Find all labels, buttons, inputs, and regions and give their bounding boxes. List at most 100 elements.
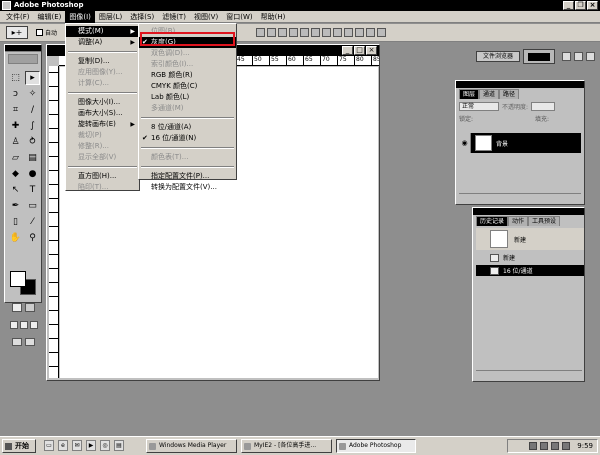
doc-maximize-button[interactable]: □ (354, 46, 365, 55)
palette-tab[interactable]: 动作 (508, 216, 529, 226)
menu-item[interactable]: 画布大小(S)... (66, 108, 139, 119)
menu-item[interactable]: 选择(S) (126, 11, 158, 23)
tray-volume-icon[interactable] (551, 442, 560, 450)
pen-tool-icon[interactable]: ✒ (8, 199, 23, 213)
quickmask-mode-icon[interactable] (25, 303, 35, 312)
hand-tool-icon[interactable]: ✋ (8, 231, 23, 245)
palette-tab[interactable]: 工具预设 (528, 216, 561, 226)
media-icon[interactable]: ▶ (86, 440, 96, 451)
tray-input-icon[interactable] (562, 442, 571, 450)
brushes-icon[interactable] (562, 52, 571, 61)
menu-item[interactable]: 8 位/通道(A) (139, 122, 236, 133)
file-browser-tab[interactable]: 文件浏览器 (476, 51, 520, 62)
move-tool-preset-button[interactable]: ▸+ (6, 26, 28, 39)
opacity-field[interactable] (531, 101, 556, 111)
palette-tab[interactable]: 路径 (499, 89, 520, 99)
menu-item[interactable]: 旋转画布(E) ▶ (66, 119, 139, 130)
jump-to-imageready-icon[interactable] (12, 338, 22, 346)
doc-close-button[interactable]: × (366, 46, 377, 55)
swatch-icon[interactable] (574, 52, 583, 61)
folder-icon[interactable]: ▤ (114, 440, 124, 451)
distribute-top-icon[interactable] (322, 28, 331, 37)
layer-visibility-icon[interactable]: ◉ (459, 133, 471, 153)
path-select-icon[interactable]: ↖ (8, 183, 23, 197)
foreground-color-swatch[interactable] (10, 271, 26, 287)
blend-mode-select[interactable]: 正常 (459, 101, 499, 111)
crop-tool-icon[interactable]: ⌗ (8, 103, 23, 117)
shape-tool-icon[interactable]: ▭ (25, 199, 40, 213)
lasso-tool-icon[interactable]: ↄ (8, 87, 23, 101)
edit-icon[interactable] (25, 338, 35, 346)
history-state-row[interactable]: 新建 (476, 252, 584, 263)
menu-item[interactable]: 编辑(E) (34, 11, 66, 23)
align-center-icon[interactable] (300, 28, 309, 37)
doc-minimize-button[interactable]: _ (342, 46, 353, 55)
magic-wand-icon[interactable]: ✧ (25, 87, 40, 101)
restore-button[interactable]: ❐ (575, 1, 586, 10)
palette-well[interactable] (523, 49, 555, 64)
distribute-middle-icon[interactable] (333, 28, 342, 37)
history-snapshot[interactable]: 新建 (476, 228, 584, 250)
type-tool-icon[interactable]: T (25, 183, 40, 197)
blur-tool-icon[interactable]: ◆ (8, 167, 23, 181)
gradient-tool-icon[interactable]: ▤ (25, 151, 40, 165)
menu-item[interactable]: 滤镜(T) (158, 11, 190, 23)
distribute-left-icon[interactable] (355, 28, 364, 37)
palette-tab[interactable]: 通道 (479, 89, 500, 99)
minimize-button[interactable]: _ (563, 1, 574, 10)
menu-item[interactable]: 调整(A) ▶ (66, 37, 139, 48)
menu-item[interactable]: 指定配置文件(P)... (139, 171, 236, 182)
task-myie2[interactable]: MyIE2 - [各位高手进... (241, 439, 332, 453)
start-button[interactable]: 开始 (2, 439, 36, 453)
menu-item[interactable]: ✔ 16 位/通道(N) (139, 133, 236, 144)
align-left-icon[interactable] (289, 28, 298, 37)
screen-mode-1-icon[interactable] (10, 321, 18, 329)
color-swatches[interactable] (10, 271, 40, 297)
menu-item[interactable]: 图层(L) (95, 11, 126, 23)
app-icon[interactable]: ◎ (100, 440, 110, 451)
align-top-icon[interactable] (256, 28, 265, 37)
tray-network-icon[interactable] (540, 442, 549, 450)
align-bottom-icon[interactable] (278, 28, 287, 37)
tray-app-icon[interactable] (529, 442, 538, 450)
screen-mode-3-icon[interactable] (30, 321, 38, 329)
menu-item[interactable]: 图像(I) (65, 10, 95, 23)
auto-select-checkbox[interactable] (36, 29, 43, 36)
menu-item[interactable]: RGB 颜色(R) (139, 70, 236, 81)
layer-row[interactable]: ◉ 背景 (459, 133, 581, 153)
outlook-icon[interactable]: ✉ (72, 440, 82, 451)
palette-tab[interactable]: 图层 (459, 89, 480, 99)
desktop-icon[interactable]: ▭ (44, 440, 54, 451)
menu-item[interactable]: 直方图(H)... (66, 171, 139, 182)
notes-tool-icon[interactable]: ▯ (8, 215, 23, 229)
history-brush-icon[interactable]: ⥁ (25, 135, 40, 149)
task-media-player[interactable]: Windows Media Player (146, 439, 237, 453)
align-right-icon[interactable] (311, 28, 320, 37)
align-middle-icon[interactable] (267, 28, 276, 37)
slice-tool-icon[interactable]: ∕ (25, 103, 40, 117)
history-palette-titlebar[interactable] (473, 208, 584, 215)
marquee-tool-icon[interactable]: ⬚ (8, 71, 23, 85)
history-state-row[interactable]: 16 位/通道 (476, 265, 584, 276)
eyedropper-icon[interactable]: ⁄ (25, 215, 40, 229)
menu-item[interactable]: CMYK 颜色(C) (139, 81, 236, 92)
layers-palette-titlebar[interactable] (456, 81, 584, 88)
menu-item[interactable]: 帮助(H) (257, 11, 290, 23)
menu-item[interactable]: 视图(V) (190, 11, 222, 23)
close-button[interactable]: × (587, 1, 598, 10)
distribute-center-icon[interactable] (366, 28, 375, 37)
menu-item[interactable]: 窗口(W) (222, 11, 256, 23)
layer-comp-icon[interactable] (586, 52, 595, 61)
screen-mode-2-icon[interactable] (20, 321, 28, 329)
menu-item[interactable]: 模式(M) ▶ (66, 26, 139, 37)
healing-brush-icon[interactable]: ✚ (8, 119, 23, 133)
eraser-tool-icon[interactable]: ▱ (8, 151, 23, 165)
menu-item[interactable]: 复制(D)... (66, 56, 139, 67)
stamp-tool-icon[interactable]: ♙ (8, 135, 23, 149)
menu-item[interactable]: 文件(F) (2, 11, 34, 23)
distribute-right-icon[interactable] (377, 28, 386, 37)
dodge-tool-icon[interactable]: ● (25, 167, 40, 181)
menu-item[interactable]: Lab 颜色(L) (139, 92, 236, 103)
palette-tab[interactable]: 历史记录 (476, 216, 509, 226)
menu-item[interactable]: 图像大小(I)... (66, 97, 139, 108)
